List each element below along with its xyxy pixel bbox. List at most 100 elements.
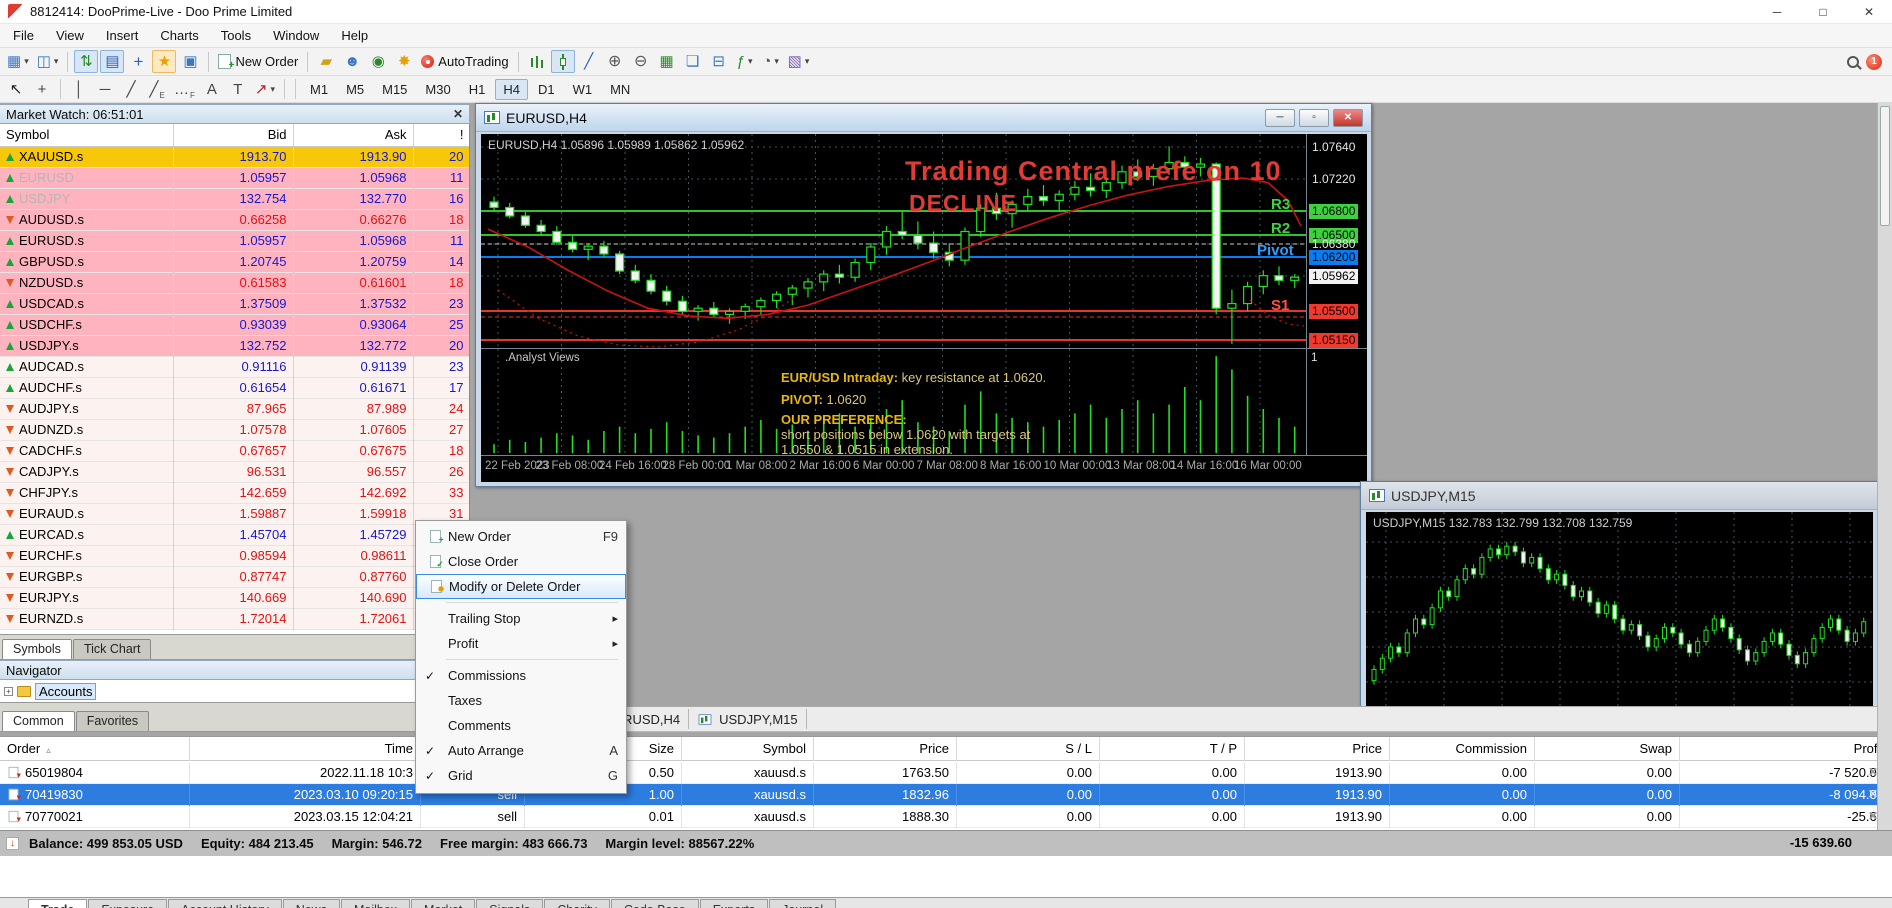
terminal-col-symbol[interactable]: Symbol	[682, 737, 814, 761]
chart-restore-button[interactable]: ▫	[1299, 109, 1329, 127]
terminal-col-price[interactable]: Price	[814, 737, 957, 761]
market-watch-row[interactable]: EURUSD.s1.059571.0596811	[0, 230, 470, 251]
menu-window[interactable]: Window	[262, 25, 330, 46]
tile-windows-button[interactable]: ▦	[655, 50, 679, 73]
timeframe-m15[interactable]: M15	[374, 79, 415, 100]
new-order-label-button[interactable]: +New Order	[215, 50, 301, 73]
market-watch-row[interactable]: USDCHF.s0.930390.9306425	[0, 314, 470, 335]
notification-badge[interactable]: 1	[1866, 54, 1882, 70]
cascade-windows-button[interactable]: ❏	[681, 50, 705, 73]
market-watch-row[interactable]: CHFJPY.s142.659142.69233	[0, 482, 470, 503]
menu-view[interactable]: View	[45, 25, 95, 46]
market-watch-row[interactable]: AUDUSD.s0.662580.6627618	[0, 209, 470, 230]
terminal-col-sl[interactable]: S / L	[957, 737, 1100, 761]
tab-common[interactable]: Common	[2, 711, 75, 731]
terminal-col-commission[interactable]: Commission	[1390, 737, 1535, 761]
autotrading-label-button[interactable]: AutoTrading	[418, 50, 511, 73]
line-chart-button[interactable]: ╱	[577, 50, 601, 73]
data-window-toggle-button[interactable]: +	[126, 50, 150, 73]
bottom-tab-exposure[interactable]: Exposure	[88, 899, 167, 908]
menu-tools[interactable]: Tools	[210, 25, 262, 46]
bottom-tab-experts[interactable]: Experts	[700, 899, 768, 908]
crosshair-button[interactable]: +	[30, 78, 54, 101]
reports-button[interactable]: ☻	[340, 50, 364, 73]
terminal-col-swap[interactable]: Swap	[1535, 737, 1680, 761]
market-watch-row[interactable]: NZDUSD.s0.615830.6160118	[0, 272, 470, 293]
market-watch-row[interactable]: EURJPY.s140.669140.690	[0, 587, 470, 608]
bar-chart-button[interactable]	[525, 50, 549, 73]
cycle-symbols-button[interactable]: ⇅	[74, 50, 98, 73]
horizontal-line-button[interactable]: ─	[93, 78, 117, 101]
market-watch-row[interactable]: EURCAD.s1.457041.45729	[0, 524, 470, 545]
navigator-toggle-button[interactable]: ★	[152, 50, 176, 73]
terminal-col-price[interactable]: Price	[1245, 737, 1390, 761]
chart-close-button[interactable]: ✕	[1333, 109, 1363, 127]
menu-insert[interactable]: Insert	[95, 25, 150, 46]
context-menu-item-auto-arrange[interactable]: ✓Auto ArrangeA	[416, 738, 626, 763]
tree-expand-icon[interactable]: +	[4, 687, 13, 696]
cursor-button[interactable]: ↖	[4, 78, 28, 101]
market-watch-row[interactable]: EURUSD1.059571.0596811	[0, 167, 470, 188]
market-watch-row[interactable]: USDJPY132.754132.77016	[0, 188, 470, 209]
taskbar-item-usdjpym15[interactable]: USDJPY,M15	[689, 709, 807, 729]
timeframe-h4[interactable]: H4	[495, 79, 528, 100]
timeframe-h1[interactable]: H1	[461, 79, 494, 100]
market-watch-row[interactable]: EURGBP.s0.877470.87760	[0, 566, 470, 587]
periods-button[interactable]: ◔▾	[759, 50, 783, 73]
context-menu-item-grid[interactable]: ✓GridG	[416, 763, 626, 788]
market-watch-row[interactable]: AUDJPY.s87.96587.98924	[0, 398, 470, 419]
context-menu-item-trailing-stop[interactable]: Trailing Stop▸	[416, 606, 626, 631]
zoom-in-button[interactable]: ⊕	[603, 50, 627, 73]
usdjpy-chart-window[interactable]: USDJPY,M15USDJPY,M15 132.783 132.799 132…	[1360, 481, 1878, 713]
vertical-line-button[interactable]: │	[67, 78, 91, 101]
text-label-button[interactable]: T	[226, 78, 250, 101]
context-menu-item-modify-or-delete-order[interactable]: ✸Modify or Delete Order	[416, 574, 626, 599]
arrange-windows-button[interactable]: ⊟	[707, 50, 731, 73]
order-row[interactable]: ▾707700212023.03.15 12:04:21sell0.01xauu…	[0, 806, 1892, 828]
context-menu-item-profit[interactable]: Profit▸	[416, 631, 626, 656]
context-menu-item-commissions[interactable]: ✓Commissions	[416, 663, 626, 688]
candlestick-chart-button[interactable]	[551, 50, 575, 73]
bottom-tab-code-base[interactable]: Code Base	[611, 899, 699, 908]
market-watch-row[interactable]: AUDNZD.s1.075781.0760527	[0, 419, 470, 440]
terminal-col-tp[interactable]: T / P	[1100, 737, 1245, 761]
terminal-col-profit[interactable]: Profit	[1680, 737, 1892, 761]
mw-col-bid[interactable]: Bid	[173, 124, 293, 146]
text-button[interactable]: A	[200, 78, 224, 101]
market-watch-row[interactable]: USDJPY.s132.752132.77220	[0, 335, 470, 356]
eurusd-chart-window[interactable]: EURUSD,H4─▫✕EURUSD,H4 1.05896 1.05989 1.…	[475, 103, 1372, 487]
terminal-toggle-button[interactable]: ▣	[178, 50, 202, 73]
alerts-button[interactable]: ◉	[366, 50, 390, 73]
window-close-button[interactable]: ✕	[1846, 0, 1892, 24]
menu-charts[interactable]: Charts	[149, 25, 209, 46]
trendline-button[interactable]: ╱	[119, 78, 143, 101]
bottom-tab-signals[interactable]: Signals	[476, 899, 543, 908]
market-watch-toggle-button[interactable]: ▤	[100, 50, 124, 73]
order-row[interactable]: ▾704198302023.03.10 09:20:15sell1.00xauu…	[0, 784, 1892, 806]
chart-minimize-button[interactable]: ─	[1265, 109, 1295, 127]
bottom-tab-news[interactable]: News	[283, 899, 340, 908]
market-watch-row[interactable]: AUDCAD.s0.911160.9113923	[0, 356, 470, 377]
navigator-item-accounts[interactable]: Accounts	[35, 683, 96, 700]
search-button[interactable]	[1841, 50, 1865, 73]
timeframe-m1[interactable]: M1	[302, 79, 336, 100]
new-chart-button[interactable]: ▦▾	[4, 50, 32, 73]
market-watch-row[interactable]: EURAUD.s1.598871.5991831	[0, 503, 470, 524]
profiles-button[interactable]: ◫▾	[34, 50, 62, 73]
market-watch-row[interactable]: EURNZD.s1.720141.72061	[0, 608, 470, 629]
context-menu-item-taxes[interactable]: Taxes	[416, 688, 626, 713]
bottom-tab-trade[interactable]: Trade	[28, 899, 87, 908]
market-watch-row[interactable]: EURCHF.s0.985940.98611	[0, 545, 470, 566]
timeframe-d1[interactable]: D1	[530, 79, 563, 100]
timeframe-m30[interactable]: M30	[417, 79, 458, 100]
window-maximize-button[interactable]: □	[1800, 0, 1846, 24]
bottom-tab-account-history[interactable]: Account History	[168, 899, 282, 908]
arrow-tools-button[interactable]: ↗▾	[252, 78, 278, 101]
tab-tick-chart[interactable]: Tick Chart	[73, 639, 152, 659]
expert-advisors-button[interactable]: ✸	[392, 50, 416, 73]
workspace-scrollbar[interactable]	[1877, 103, 1892, 830]
market-watch-row[interactable]: CADCHF.s0.676570.6767518	[0, 440, 470, 461]
fibonacci-button[interactable]: …F	[171, 78, 198, 101]
context-menu-item-new-order[interactable]: +New OrderF9	[416, 524, 626, 549]
indicators-button[interactable]: ƒ▾	[733, 50, 757, 73]
